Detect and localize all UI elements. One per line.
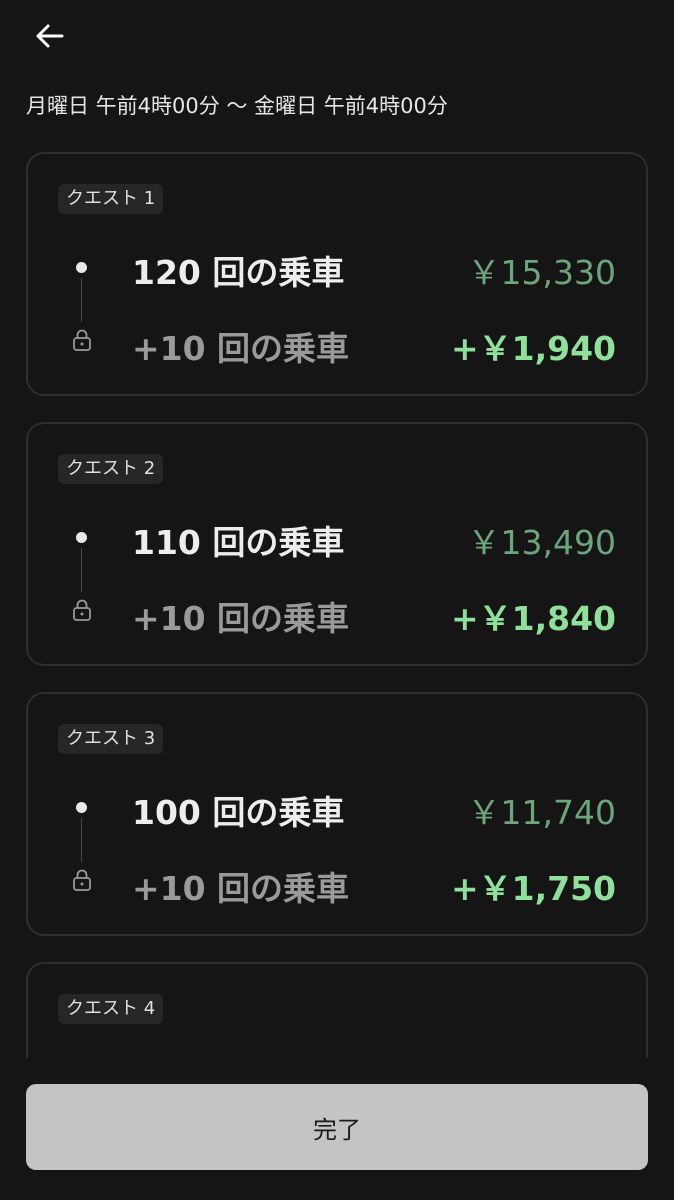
ride-target: 100 回の乗車 (132, 793, 345, 832)
quest-period: 月曜日 午前4時00分 〜 金曜日 午前4時00分 (26, 94, 448, 118)
timeline-line (81, 818, 82, 862)
bonus-reward-amount: +￥1,840 (450, 599, 616, 638)
lock-icon (73, 869, 91, 891)
timeline-line (81, 548, 82, 592)
quest-list[interactable]: クエスト 1 120 回の乗車 ￥15,330 +10 回の乗車 +￥1,940… (0, 150, 674, 1058)
timeline-line (81, 278, 82, 322)
back-button[interactable] (28, 14, 72, 58)
bonus-reward-amount: +￥1,940 (450, 329, 616, 368)
reward-amount: ￥11,740 (467, 793, 616, 832)
quest-card-2[interactable]: クエスト 2 110 回の乗車 ￥13,490 +10 回の乗車 +￥1,840 (26, 422, 648, 666)
ride-target: 120 回の乗車 (132, 253, 345, 292)
done-button[interactable]: 完了 (26, 1084, 648, 1170)
bonus-reward-amount: +￥1,750 (450, 869, 616, 908)
quest-card-1[interactable]: クエスト 1 120 回の乗車 ￥15,330 +10 回の乗車 +￥1,940 (26, 152, 648, 396)
reward-amount: ￥13,490 (467, 523, 616, 562)
timeline-dot (76, 262, 87, 273)
quest-badge: クエスト 2 (58, 454, 164, 484)
lock-icon (73, 329, 91, 351)
bonus-ride-target: +10 回の乗車 (132, 869, 350, 908)
ride-target: 110 回の乗車 (132, 523, 345, 562)
quest-badge: クエスト 4 (58, 994, 164, 1024)
reward-amount: ￥15,330 (467, 253, 616, 292)
quest-badge: クエスト 3 (58, 724, 164, 754)
arrow-left-icon (36, 24, 64, 48)
lock-icon (73, 599, 91, 621)
bonus-ride-target: +10 回の乗車 (132, 329, 350, 368)
quest-badge: クエスト 1 (58, 184, 164, 214)
quest-details-screen: 月曜日 午前4時00分 〜 金曜日 午前4時00分 クエスト 1 120 回の乗… (0, 0, 674, 1200)
timeline-dot (76, 802, 87, 813)
quest-card-3[interactable]: クエスト 3 100 回の乗車 ￥11,740 +10 回の乗車 +￥1,750 (26, 692, 648, 936)
quest-card-4[interactable]: クエスト 4 (26, 962, 648, 1058)
bonus-ride-target: +10 回の乗車 (132, 599, 350, 638)
timeline-dot (76, 532, 87, 543)
